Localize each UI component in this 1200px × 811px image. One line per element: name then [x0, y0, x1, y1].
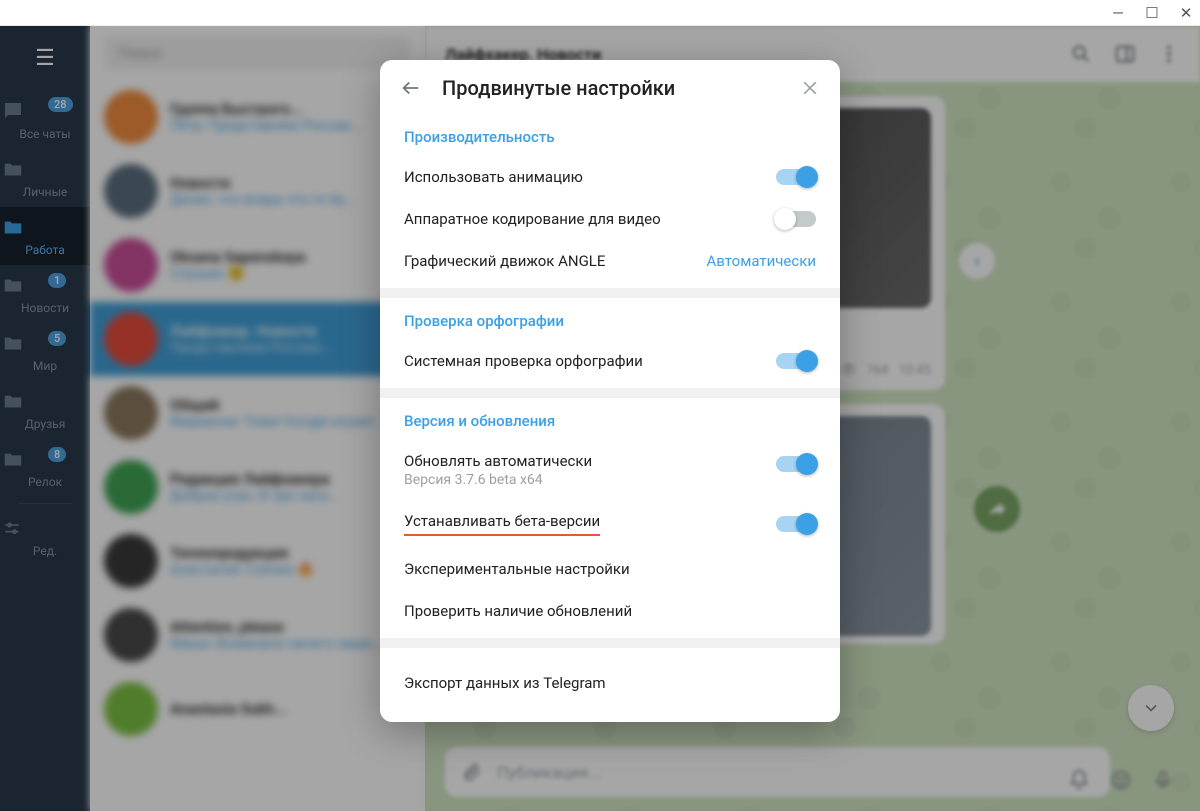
section-divider [380, 638, 840, 648]
section-spellcheck: Проверка орфографии Системная проверка о… [380, 298, 840, 388]
version-text: Версия 3.7.6 beta x64 [404, 472, 776, 488]
back-button[interactable] [400, 77, 422, 99]
toggle-animation[interactable] [776, 169, 816, 185]
minimize-button[interactable]: — [1110, 4, 1126, 22]
advanced-settings-modal: Продвинутые настройки Производительность… [380, 60, 840, 722]
row-auto-update[interactable]: Обновлять автоматически Версия 3.7.6 bet… [404, 440, 816, 500]
row-hw-encoding[interactable]: Аппаратное кодирование для видео [404, 198, 816, 240]
row-label: Графический движок ANGLE [404, 252, 706, 270]
row-label: Экспорт данных из Telegram [404, 674, 816, 692]
toggle-install-beta[interactable] [776, 516, 816, 532]
toggle-spellcheck[interactable] [776, 353, 816, 369]
section-divider [380, 388, 840, 398]
row-system-spellcheck[interactable]: Системная проверка орфографии [404, 340, 816, 382]
maximize-button[interactable]: ☐ [1144, 4, 1160, 22]
toggle-auto-update[interactable] [776, 456, 816, 472]
section-title: Версия и обновления [404, 412, 816, 430]
row-experimental[interactable]: Экспериментальные настройки [404, 548, 816, 590]
section-performance: Производительность Использовать анимацию… [380, 114, 840, 288]
row-use-animation[interactable]: Использовать анимацию [404, 156, 816, 198]
section-title: Проверка орфографии [404, 312, 816, 330]
row-label: Устанавливать бета-версии [404, 512, 776, 536]
toggle-hw-encoding[interactable] [776, 211, 816, 227]
row-value: Автоматически [706, 252, 816, 270]
section-divider [380, 288, 840, 298]
section-title: Производительность [404, 128, 816, 146]
row-angle-engine[interactable]: Графический движок ANGLE Автоматически [404, 240, 816, 282]
row-label: Экспериментальные настройки [404, 560, 816, 578]
row-install-beta[interactable]: Устанавливать бета-версии [404, 500, 816, 548]
section-version: Версия и обновления Обновлять автоматиче… [380, 398, 840, 638]
row-label: Аппаратное кодирование для видео [404, 210, 776, 228]
row-label: Обновлять автоматически Версия 3.7.6 bet… [404, 452, 776, 488]
row-check-updates[interactable]: Проверить наличие обновлений [404, 590, 816, 632]
row-label: Проверить наличие обновлений [404, 602, 816, 620]
row-export-data[interactable]: Экспорт данных из Telegram [404, 662, 816, 704]
row-label: Системная проверка орфографии [404, 352, 776, 370]
close-button[interactable] [800, 78, 820, 98]
close-window-button[interactable]: ✕ [1178, 4, 1194, 22]
section-export: Экспорт данных из Telegram [380, 648, 840, 722]
modal-title: Продвинутые настройки [442, 76, 675, 100]
window-titlebar: — ☐ ✕ [0, 0, 1200, 26]
row-label: Использовать анимацию [404, 168, 776, 186]
